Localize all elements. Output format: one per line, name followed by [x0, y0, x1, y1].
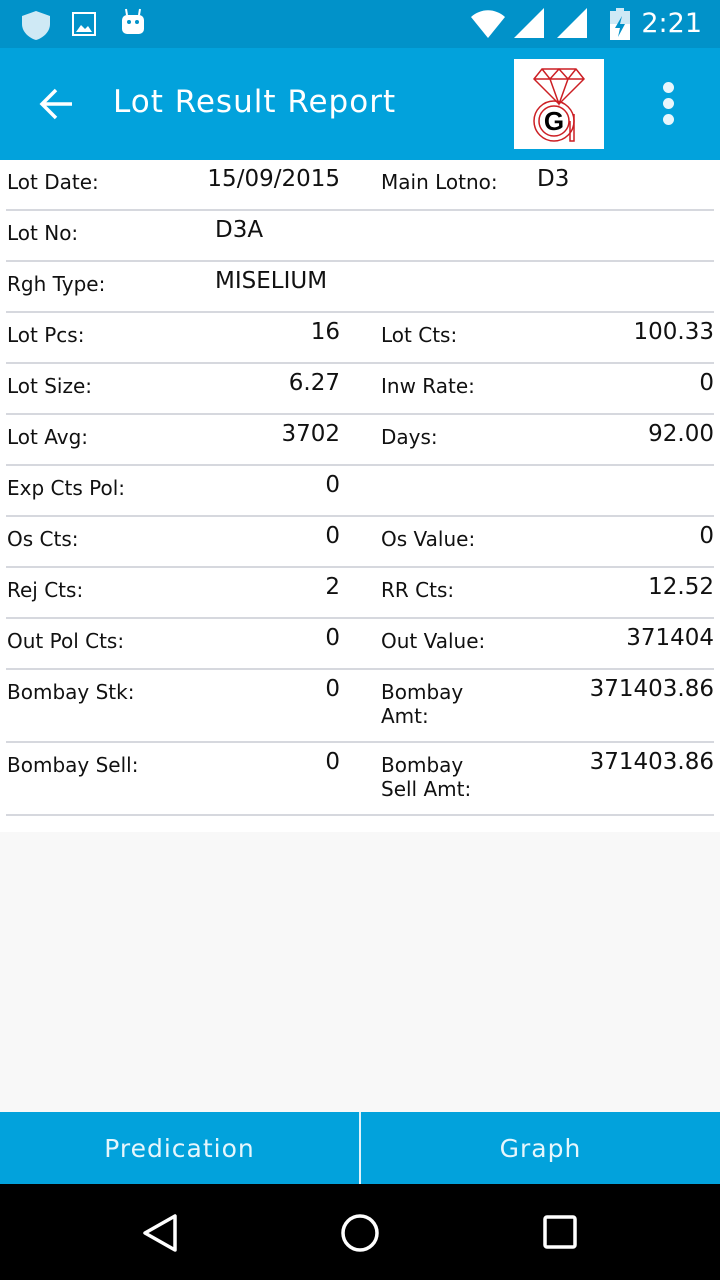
- lot-details: Lot Date: 15/09/2015 Main Lotno: D3 Lot No: D…: [0, 160, 720, 832]
- table-row: Lot No: D3A: [6, 211, 714, 262]
- field-value: 0: [325, 625, 340, 651]
- table-row: Lot Avg: 3702 Days: 92.00: [6, 415, 714, 466]
- status-bar: 2:21: [0, 0, 720, 48]
- field-label: Lot Cts:: [381, 323, 458, 347]
- field-value: 0: [325, 472, 340, 498]
- app-bar: Lot Result Report G: [0, 48, 720, 160]
- field-value: 3702: [281, 421, 340, 447]
- field-label: Out Pol Cts:: [7, 629, 125, 653]
- field-value: 371403.86: [589, 676, 714, 702]
- back-nav-icon[interactable]: [142, 1214, 178, 1252]
- field-label: Rgh Type:: [7, 272, 106, 296]
- field-value: D3A: [215, 217, 264, 243]
- diamond-logo-icon: G: [532, 67, 586, 142]
- field-label: Out Value:: [381, 629, 486, 653]
- signal-icon: [557, 8, 587, 38]
- home-nav-icon[interactable]: [340, 1213, 380, 1253]
- field-value: 100.33: [633, 319, 714, 345]
- field-value: 371404: [626, 625, 714, 651]
- field-value: 6.27: [288, 370, 340, 396]
- field-label: Os Value:: [381, 527, 476, 551]
- field-label: Lot Pcs:: [7, 323, 85, 347]
- field-value: 92.00: [648, 421, 714, 447]
- graph-button[interactable]: Graph: [359, 1112, 720, 1184]
- field-label: Lot Size:: [7, 374, 93, 398]
- field-value: 0: [699, 370, 714, 396]
- field-value: D3: [537, 166, 570, 192]
- field-value: 371403.86: [589, 749, 714, 775]
- more-vertical-icon[interactable]: [660, 82, 676, 130]
- field-label: Bombay Amt:: [381, 680, 464, 728]
- table-row: Exp Cts Pol: 0: [6, 466, 714, 517]
- android-icon: [122, 8, 144, 34]
- field-label: Lot No:: [7, 221, 79, 245]
- field-label: Bombay Sell:: [7, 753, 139, 777]
- field-label: Inw Rate:: [381, 374, 475, 398]
- field-label: Days:: [381, 425, 438, 449]
- wifi-icon: [471, 10, 505, 38]
- battery-charging-icon: [610, 8, 630, 40]
- field-value: 16: [310, 319, 340, 345]
- field-label: Lot Date:: [7, 170, 99, 194]
- recents-nav-icon[interactable]: [543, 1215, 579, 1251]
- bottom-bar: Predication Graph: [0, 1112, 720, 1184]
- svg-text:G: G: [544, 106, 564, 136]
- table-row: Lot Date: 15/09/2015 Main Lotno: D3: [6, 160, 714, 211]
- field-label: Bombay Stk:: [7, 680, 135, 704]
- logo: G: [514, 59, 604, 149]
- field-value: 0: [325, 676, 340, 702]
- predication-button[interactable]: Predication: [0, 1112, 359, 1184]
- table-row: Os Cts: 0 Os Value: 0: [6, 517, 714, 568]
- navigation-bar: [0, 1184, 720, 1280]
- field-value: 0: [325, 749, 340, 775]
- field-value: 12.52: [648, 574, 714, 600]
- table-row: Rgh Type: MISELIUM: [6, 262, 714, 313]
- field-label: Bombay Sell Amt:: [381, 753, 472, 801]
- status-time: 2:21: [641, 8, 702, 39]
- field-label: RR Cts:: [381, 578, 455, 602]
- image-icon: [72, 12, 96, 36]
- table-row: Bombay Sell: 0 Bombay Sell Amt: 371403.86: [6, 743, 714, 816]
- field-value: 15/09/2015: [207, 166, 340, 192]
- page-title: Lot Result Report: [113, 84, 397, 120]
- field-label: Lot Avg:: [7, 425, 89, 449]
- table-row: Lot Size: 6.27 Inw Rate: 0: [6, 364, 714, 415]
- field-label: Main Lotno:: [381, 170, 498, 194]
- field-label: Rej Cts:: [7, 578, 84, 602]
- field-value: 0: [325, 523, 340, 549]
- field-label: Os Cts:: [7, 527, 79, 551]
- signal-icon: [514, 8, 544, 38]
- field-label: Exp Cts Pol:: [7, 476, 125, 500]
- table-row: Bombay Stk: 0 Bombay Amt: 371403.86: [6, 670, 714, 743]
- field-value: MISELIUM: [215, 268, 328, 294]
- table-row: Rej Cts: 2 RR Cts: 12.52: [6, 568, 714, 619]
- arrow-left-icon[interactable]: [38, 86, 74, 122]
- table-row: Lot Pcs: 16 Lot Cts: 100.33: [6, 313, 714, 364]
- shield-icon: [22, 11, 50, 40]
- field-value: 0: [699, 523, 714, 549]
- table-row: Out Pol Cts: 0 Out Value: 371404: [6, 619, 714, 670]
- field-value: 2: [325, 574, 340, 600]
